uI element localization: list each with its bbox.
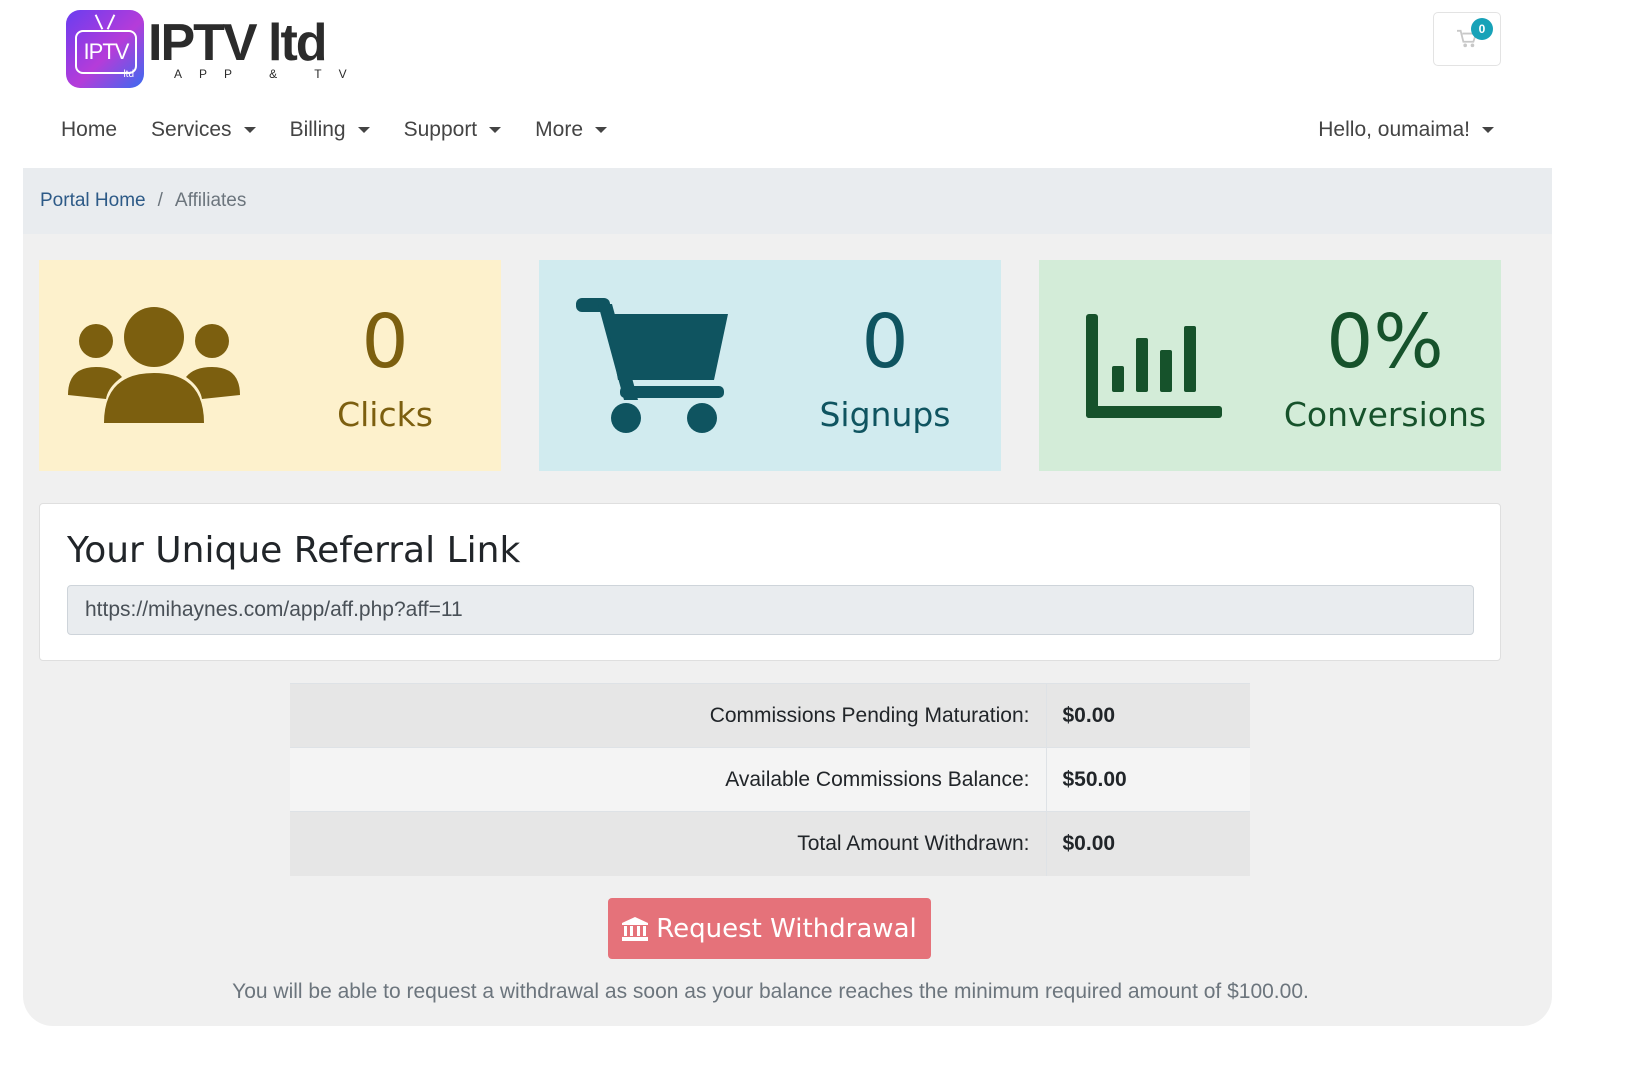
users-icon [68,306,240,423]
referral-link-card: Your Unique Referral Link https://mihayn… [39,503,1501,661]
chevron-down-icon [1482,127,1494,133]
breadcrumb-current: Affiliates [174,190,247,211]
nav-services-label: Services [151,118,232,141]
cart-button[interactable]: 0 [1433,12,1501,66]
commission-value: $50.00 [1046,747,1250,812]
nav-support[interactable]: Support [387,118,519,142]
logo-badge-text: IPTV [75,30,137,74]
chevron-down-icon [243,127,256,133]
stat-signups-label: Signups [819,395,951,434]
withdrawal-minimum-note: You will be able to request a withdrawal… [232,980,1309,1003]
nav-home[interactable]: Home [44,118,134,142]
antenna-icon [94,14,116,28]
nav-home-label: Home [61,118,118,141]
chevron-down-icon [357,127,370,133]
main-content: Portal Home / Affiliates 0 Clicks 0 Sign… [23,168,1552,1026]
referral-link-field[interactable]: https://mihaynes.com/app/aff.php?aff=11 [67,585,1474,635]
logo-wordmark: IPTV ltd APP & TV [148,17,364,81]
stat-conversions-label: Conversions [1283,395,1487,434]
nav-billing[interactable]: Billing [273,118,387,142]
request-withdrawal-button[interactable]: Request Withdrawal [608,898,931,959]
nav-more-label: More [535,118,584,141]
logo-tagline: APP & TV [174,67,364,81]
breadcrumb: Portal Home / Affiliates [23,168,1552,234]
nav-support-label: Support [403,118,478,141]
bar-chart-icon [1086,313,1222,418]
table-row: Available Commissions Balance: $50.00 [290,747,1250,812]
commission-label: Available Commissions Balance: [290,747,1047,812]
main-nav: Home Services Billing Support More Hello… [44,108,1564,152]
nav-more[interactable]: More [518,118,624,142]
bank-icon [622,916,649,941]
stat-clicks-card: 0 Clicks [39,260,501,471]
chevron-down-icon [489,127,502,133]
logo-badge-sub: ltd [123,69,134,80]
nav-billing-label: Billing [289,118,346,141]
user-greeting: Hello, oumaima! [1318,118,1470,141]
nav-user-menu[interactable]: Hello, oumaima! [1318,108,1494,152]
stat-clicks-label: Clicks [337,395,433,434]
cart-count-badge: 0 [1471,18,1493,40]
nav-services[interactable]: Services [134,118,273,142]
stat-conversions-value: 0% [1326,299,1444,385]
stat-clicks-value: 0 [361,299,409,385]
breadcrumb-separator: / [157,190,163,211]
table-row: Total Amount Withdrawn: $0.00 [290,811,1250,876]
commission-value: $0.00 [1046,683,1250,748]
table-row: Commissions Pending Maturation: $0.00 [290,683,1250,748]
commission-value: $0.00 [1046,811,1250,876]
stat-signups-value: 0 [861,299,909,385]
stat-signups-card: 0 Signups [539,260,1001,471]
request-withdrawal-label: Request Withdrawal [656,913,917,944]
referral-title: Your Unique Referral Link [67,530,521,571]
site-logo[interactable]: IPTV ltd IPTV ltd APP & TV [66,10,364,88]
shopping-cart-icon [576,297,728,433]
stat-conversions-card: 0% Conversions [1039,260,1501,471]
logo-badge: IPTV ltd [66,10,144,88]
commission-label: Total Amount Withdrawn: [290,811,1047,876]
logo-brand: IPTV ltd [148,14,328,72]
chevron-down-icon [595,127,608,133]
breadcrumb-home-link[interactable]: Portal Home [40,190,146,212]
commissions-table: Commissions Pending Maturation: $0.00 Av… [290,683,1250,876]
commission-label: Commissions Pending Maturation: [290,683,1047,748]
